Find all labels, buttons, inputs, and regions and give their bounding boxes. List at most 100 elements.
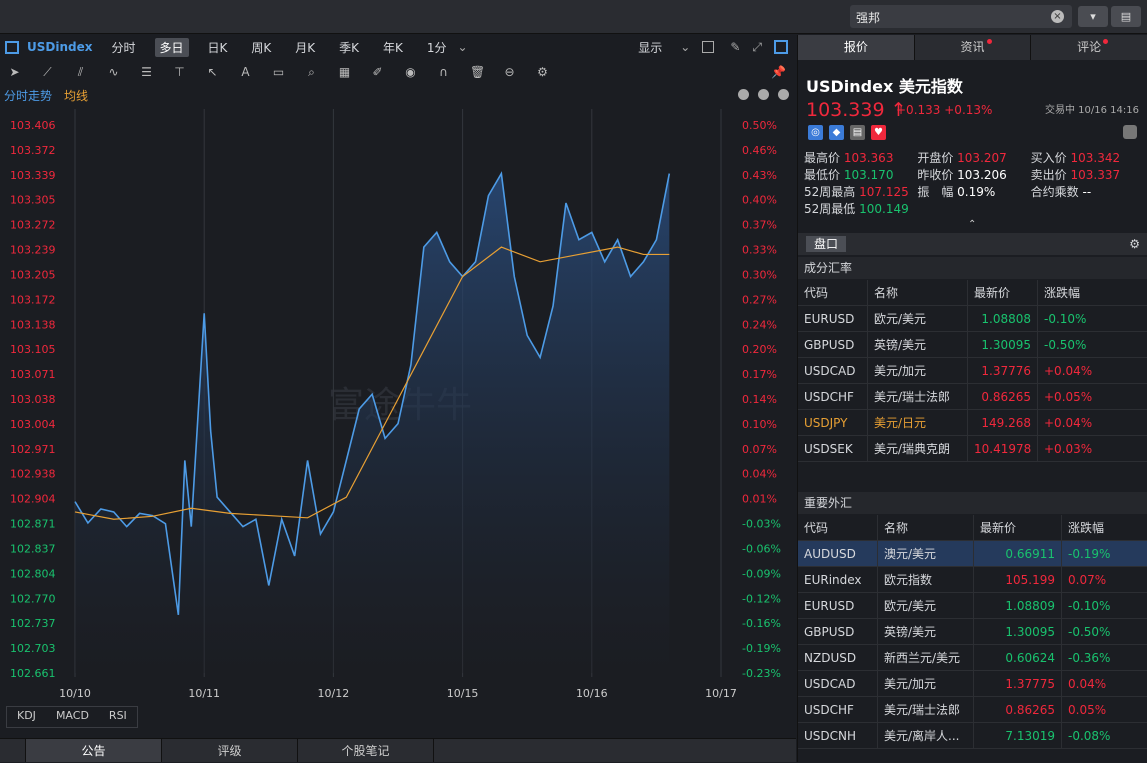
tab-ratings[interactable]: 评级 (162, 739, 298, 762)
clear-icon[interactable]: × (1051, 10, 1064, 23)
period-tab[interactable]: 日K (203, 38, 233, 57)
period-tab-active[interactable]: 多日 (154, 37, 189, 57)
table-row[interactable]: USDCAD 美元/加元 1.37775 0.04% (798, 671, 1147, 697)
column-header[interactable]: 最新价 (974, 515, 1062, 540)
table-row[interactable]: EURindex 欧元指数 105.199 0.07% (798, 567, 1147, 593)
tab-intraday[interactable]: 分时走势 (4, 87, 52, 104)
y-tick-label: 102.938 (10, 468, 56, 481)
comment-icon[interactable]: ▭ (272, 65, 285, 79)
search-input[interactable]: 强邦 × (850, 5, 1072, 28)
magnet-icon[interactable]: ∩ (437, 65, 450, 79)
table-row[interactable]: USDJPY 美元/日元 149.268 +0.04% (798, 410, 1147, 436)
pct-tick-label: -0.06% (742, 542, 781, 555)
period-dropdown[interactable]: 1分 (422, 38, 452, 57)
pin-icon[interactable]: 📌 (771, 65, 786, 79)
minus-icon[interactable] (758, 89, 769, 100)
tab-ma[interactable]: 均线 (64, 87, 88, 104)
split-view-icon[interactable] (774, 40, 788, 54)
arrow-tool-icon[interactable]: ↖ (206, 65, 219, 79)
table-row[interactable]: EURUSD 欧元/美元 1.08808 -0.10% (798, 306, 1147, 332)
quote-row: 最低价 103.170 昨收价 103.206 卖出价 103.337 (804, 167, 1144, 184)
minus-icon[interactable] (738, 89, 749, 100)
indicator-tab[interactable]: RSI (99, 707, 137, 727)
pct-tick-label: 0.20% (742, 343, 777, 356)
display-menu[interactable]: 显示 (638, 39, 662, 56)
period-tab[interactable]: 季K (334, 38, 364, 57)
shirt-icon[interactable]: ▾ (1078, 6, 1108, 27)
plus-icon[interactable] (778, 89, 789, 100)
x-tick-label: 10/16 (576, 687, 608, 700)
tab-quote[interactable]: 报价 (798, 35, 915, 60)
indicator-tab[interactable]: MACD (46, 707, 99, 727)
line-tool-icon[interactable]: ⟋ (41, 65, 54, 79)
chart-legend: 分时走势 均线 (0, 85, 796, 105)
table-row[interactable]: USDSEK 美元/瑞典克朗 10.41978 +0.03% (798, 436, 1147, 462)
period-tab[interactable]: 周K (246, 38, 276, 57)
panel-toggle-icon[interactable] (5, 40, 19, 54)
fib-tool-icon[interactable]: ☰ (140, 65, 153, 79)
column-header[interactable]: 代码 (798, 515, 878, 540)
column-header[interactable]: 涨跌幅 (1038, 280, 1147, 305)
panel-tab[interactable]: 盘口 (806, 236, 847, 252)
wave-tool-icon[interactable]: ∿ (107, 65, 120, 79)
heart-icon[interactable]: ♥ (871, 125, 886, 140)
quote-value: 100.149 (855, 202, 909, 216)
symbol-label: USDindex (27, 40, 93, 54)
table-cell-pct: 0.04% (1062, 671, 1147, 696)
chevron-down-icon[interactable]: ⌄ (458, 40, 468, 54)
eraser-icon[interactable]: ✐ (371, 65, 384, 79)
y-tick-label: 103.406 (10, 119, 56, 132)
column-header[interactable]: 名称 (868, 280, 968, 305)
text-tool-icon[interactable]: A (239, 65, 252, 79)
globe-icon[interactable]: ◎ (808, 125, 823, 140)
period-tab[interactable]: 分时 (106, 38, 140, 57)
collapse-icon[interactable] (0, 739, 26, 762)
gear-icon[interactable]: ⚙ (536, 65, 549, 79)
table-row[interactable]: EURUSD 欧元/美元 1.08809 -0.10% (798, 593, 1147, 619)
table-row[interactable]: GBPUSD 英镑/美元 1.30095 -0.50% (798, 332, 1147, 358)
indicator-tab[interactable]: KDJ (7, 707, 46, 727)
price-chart[interactable]: 富途牛牛 10/10 10/11 10/12 10/15 10/16 10/17103.4… (0, 107, 796, 702)
table-row[interactable]: USDCAD 美元/加元 1.37776 +0.04% (798, 358, 1147, 384)
table-row[interactable]: USDCHF 美元/瑞士法郎 0.86265 0.05% (798, 697, 1147, 723)
table-cell-pct: -0.36% (1062, 645, 1147, 670)
cursor-icon[interactable]: ➤ (8, 65, 21, 79)
column-header[interactable]: 名称 (878, 515, 974, 540)
draw-mode-icon[interactable] (702, 41, 715, 53)
level-tool-icon[interactable]: ⊤ (173, 65, 186, 79)
link-icon[interactable]: ⊖ (503, 65, 516, 79)
column-header[interactable]: 涨跌幅 (1062, 515, 1147, 540)
bell-icon[interactable] (1123, 125, 1137, 139)
trash-icon[interactable]: 🗑 (470, 65, 485, 79)
table-row[interactable]: AUDUSD 澳元/美元 0.66911 -0.19% (798, 541, 1147, 567)
table-row[interactable]: GBPUSD 英镑/美元 1.30095 -0.50% (798, 619, 1147, 645)
period-tab[interactable]: 月K (290, 38, 320, 57)
quote-value: 0.19% (953, 185, 996, 199)
tab-news[interactable]: 资讯 (915, 35, 1032, 60)
layout-icon[interactable]: ▤ (1111, 6, 1141, 27)
y-tick-label: 103.105 (10, 343, 56, 356)
tab-comments[interactable]: 评论 (1031, 35, 1147, 60)
tab-notes[interactable]: 个股笔记 (298, 739, 434, 762)
pen-icon[interactable]: ✎ (730, 40, 740, 54)
column-header[interactable]: 最新价 (968, 280, 1038, 305)
pct-tick-label: -0.03% (742, 518, 781, 531)
gear-icon[interactable]: ⚙ (1129, 233, 1140, 255)
zoom-icon[interactable]: ⌕ (305, 65, 318, 79)
tag-icon[interactable]: ◆ (829, 125, 844, 140)
table-row[interactable]: USDCHF 美元/瑞士法郎 0.86265 +0.05% (798, 384, 1147, 410)
table-row[interactable]: NZDUSD 新西兰元/美元 0.60624 -0.36% (798, 645, 1147, 671)
period-tab[interactable]: 年K (378, 38, 408, 57)
fullscreen-icon[interactable]: ⤢ (752, 40, 762, 55)
y-tick-label: 102.904 (10, 493, 56, 506)
chevron-down-icon[interactable]: ⌄ (680, 40, 690, 54)
collapse-chevron-icon[interactable]: ⌃ (968, 219, 976, 230)
column-header[interactable]: 代码 (798, 280, 868, 305)
tab-announcements[interactable]: 公告 (26, 739, 162, 762)
table-cell-code: AUDUSD (798, 541, 878, 566)
channel-tool-icon[interactable]: ⫽ (74, 65, 87, 79)
eye-icon[interactable]: ◉ (404, 65, 417, 79)
doc-icon[interactable]: ▤ (850, 125, 865, 140)
measure-icon[interactable]: ▦ (338, 65, 351, 79)
table-row[interactable]: USDCNH 美元/离岸人... 7.13019 -0.08% (798, 723, 1147, 749)
